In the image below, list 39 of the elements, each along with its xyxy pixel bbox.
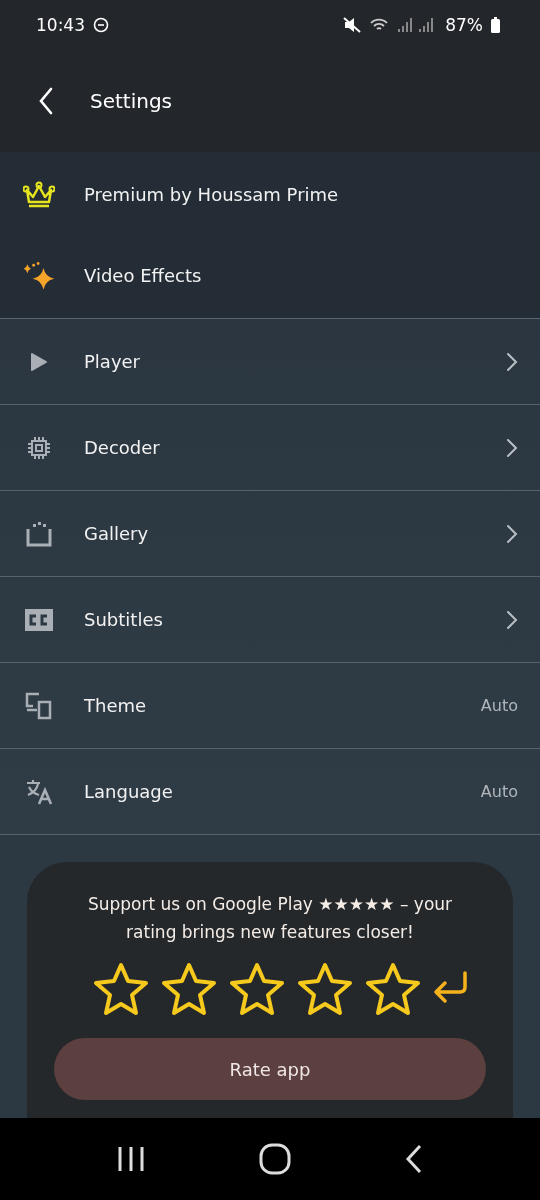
setting-value: Auto — [480, 696, 518, 715]
wifi-icon — [369, 17, 390, 33]
setting-value: Auto — [480, 782, 518, 801]
battery-icon — [491, 17, 500, 33]
gallery-icon — [26, 520, 52, 547]
page-title: Settings — [90, 89, 173, 113]
chevron-icon — [506, 523, 518, 544]
battery-percent: 87% — [445, 15, 483, 35]
chevron-icon — [506, 437, 518, 458]
menu-item[interactable]: Premium by Houssam Prime — [84, 184, 518, 205]
play-icon — [30, 351, 48, 372]
chevron-icon — [506, 351, 518, 372]
home-icon[interactable] — [259, 1143, 291, 1175]
back-nav-icon[interactable] — [403, 1144, 424, 1174]
menu-item[interactable]: Language — [84, 781, 453, 802]
status-time: 10:43 — [36, 15, 85, 35]
chevron-icon — [506, 609, 518, 630]
menu-item[interactable]: Subtitles — [84, 609, 478, 630]
back-icon[interactable] — [38, 87, 54, 115]
do-not-disturb-icon — [93, 17, 109, 33]
chip-icon — [26, 434, 52, 461]
menu-item[interactable]: Decoder — [84, 437, 478, 458]
mute-icon — [343, 17, 362, 33]
star-icon[interactable] — [91, 960, 151, 1018]
menu-item[interactable]: Video Effects — [84, 265, 518, 286]
translate-icon — [25, 778, 53, 805]
star-icon[interactable] — [363, 960, 423, 1018]
menu-item[interactable]: Player — [84, 351, 478, 372]
recents-icon[interactable] — [116, 1145, 147, 1173]
rate-app-button[interactable]: Rate app — [54, 1038, 486, 1100]
crown-icon — [23, 180, 55, 209]
star-icon[interactable] — [159, 960, 219, 1018]
rating-message: Support us on Google Play ★★★★★ – your rating brings new features closer! — [86, 893, 454, 944]
menu-item[interactable]: Theme — [84, 695, 453, 716]
star-icon[interactable] — [227, 960, 287, 1018]
menu-item[interactable]: Gallery — [84, 523, 478, 544]
subtitles-icon — [25, 608, 53, 631]
devices-icon — [25, 691, 53, 720]
star-icon[interactable] — [295, 960, 355, 1018]
